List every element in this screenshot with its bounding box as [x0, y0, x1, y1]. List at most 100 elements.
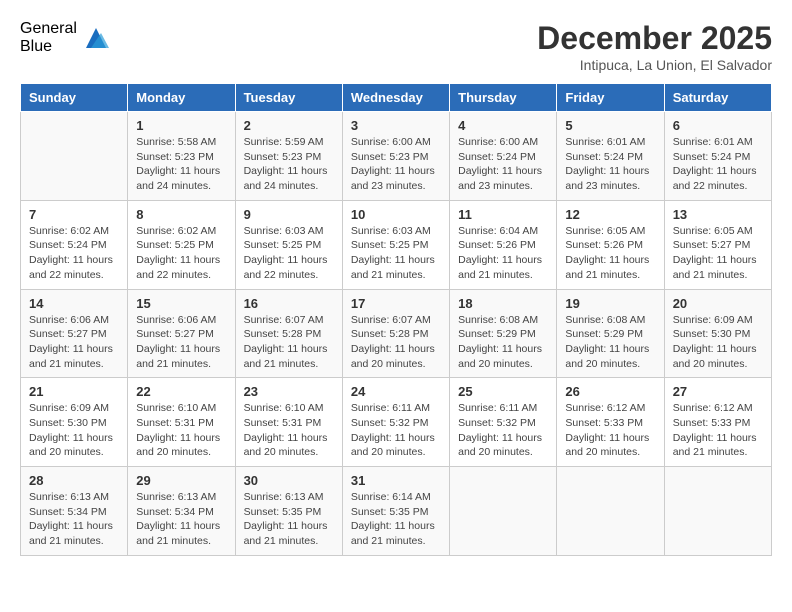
calendar-cell: 26 Sunrise: 6:12 AMSunset: 5:33 PMDayligh…: [557, 378, 664, 467]
column-header-tuesday: Tuesday: [235, 84, 342, 112]
day-number: 28: [29, 473, 119, 488]
day-number: 16: [244, 296, 334, 311]
day-number: 8: [136, 207, 226, 222]
calendar-cell: 11Sunrise: 6:04 AMSunset: 5:26 PMDayligh…: [450, 200, 557, 289]
day-number: 30: [244, 473, 334, 488]
day-number: 20: [673, 296, 763, 311]
day-info: Sunrise: 6:11 AMSunset: 5:32 PMDaylight:…: [458, 401, 548, 460]
day-number: 6: [673, 118, 763, 133]
column-header-sunday: Sunday: [21, 84, 128, 112]
calendar-cell: 9 Sunrise: 6:03 AMSunset: 5:25 PMDaylight…: [235, 200, 342, 289]
calendar-cell: 16Sunrise: 6:07 AMSunset: 5:28 PMDayligh…: [235, 289, 342, 378]
calendar-cell: 4Sunrise: 6:00 AMSunset: 5:24 PMDaylight…: [450, 112, 557, 201]
day-info: Sunrise: 6:09 AMSunset: 5:30 PMDaylight:…: [29, 401, 119, 460]
calendar-cell: 22 Sunrise: 6:10 AMSunset: 5:31 PMDayligh…: [128, 378, 235, 467]
day-info: Sunrise: 6:07 AMSunset: 5:28 PMDaylight:…: [351, 313, 441, 372]
calendar-cell: 8 Sunrise: 6:02 AMSunset: 5:25 PMDaylight…: [128, 200, 235, 289]
day-number: 24: [351, 384, 441, 399]
day-info: Sunrise: 6:13 AMSunset: 5:34 PMDaylight:…: [136, 490, 226, 549]
calendar-cell: 7Sunrise: 6:02 AMSunset: 5:24 PMDaylight…: [21, 200, 128, 289]
month-title: December 2025: [537, 20, 772, 57]
day-info: Sunrise: 5:58 AMSunset: 5:23 PMDaylight:…: [136, 135, 226, 194]
day-info: Sunrise: 6:00 AMSunset: 5:23 PMDaylight:…: [351, 135, 441, 194]
day-info: Sunrise: 6:12 AMSunset: 5:33 PMDaylight:…: [673, 401, 763, 460]
day-number: 21: [29, 384, 119, 399]
day-info: Sunrise: 6:01 AMSunset: 5:24 PMDaylight:…: [565, 135, 655, 194]
day-number: 10: [351, 207, 441, 222]
column-header-thursday: Thursday: [450, 84, 557, 112]
calendar-cell: 2 Sunrise: 5:59 AMSunset: 5:23 PMDaylight…: [235, 112, 342, 201]
calendar-table: SundayMondayTuesdayWednesdayThursdayFrid…: [20, 83, 772, 556]
day-info: Sunrise: 5:59 AMSunset: 5:23 PMDaylight:…: [244, 135, 334, 194]
day-info: Sunrise: 6:03 AMSunset: 5:25 PMDaylight:…: [351, 224, 441, 283]
calendar-cell: 28 Sunrise: 6:13 AMSunset: 5:34 PMDayligh…: [21, 467, 128, 556]
day-number: 17: [351, 296, 441, 311]
location-subtitle: Intipuca, La Union, El Salvador: [537, 57, 772, 73]
calendar-cell: 12 Sunrise: 6:05 AMSunset: 5:26 PMDayligh…: [557, 200, 664, 289]
day-info: Sunrise: 6:10 AMSunset: 5:31 PMDaylight:…: [244, 401, 334, 460]
day-info: Sunrise: 6:03 AMSunset: 5:25 PMDaylight:…: [244, 224, 334, 283]
calendar-cell: 5 Sunrise: 6:01 AMSunset: 5:24 PMDaylight…: [557, 112, 664, 201]
calendar-cell: [21, 112, 128, 201]
day-number: 27: [673, 384, 763, 399]
page-header: General Blue December 2025 Intipuca, La …: [20, 20, 772, 73]
calendar-week-row: 21 Sunrise: 6:09 AMSunset: 5:30 PMDayligh…: [21, 378, 772, 467]
logo-blue: Blue: [20, 38, 77, 56]
day-number: 9: [244, 207, 334, 222]
calendar-cell: 23Sunrise: 6:10 AMSunset: 5:31 PMDayligh…: [235, 378, 342, 467]
day-info: Sunrise: 6:11 AMSunset: 5:32 PMDaylight:…: [351, 401, 441, 460]
day-info: Sunrise: 6:10 AMSunset: 5:31 PMDaylight:…: [136, 401, 226, 460]
day-info: Sunrise: 6:06 AMSunset: 5:27 PMDaylight:…: [29, 313, 119, 372]
calendar-cell: 25 Sunrise: 6:11 AMSunset: 5:32 PMDayligh…: [450, 378, 557, 467]
calendar-week-row: 7Sunrise: 6:02 AMSunset: 5:24 PMDaylight…: [21, 200, 772, 289]
day-number: 26: [565, 384, 655, 399]
day-info: Sunrise: 6:02 AMSunset: 5:25 PMDaylight:…: [136, 224, 226, 283]
calendar-cell: 10 Sunrise: 6:03 AMSunset: 5:25 PMDayligh…: [342, 200, 449, 289]
calendar-cell: [557, 467, 664, 556]
title-section: December 2025 Intipuca, La Union, El Sal…: [537, 20, 772, 73]
day-info: Sunrise: 6:08 AMSunset: 5:29 PMDaylight:…: [565, 313, 655, 372]
calendar-cell: 19 Sunrise: 6:08 AMSunset: 5:29 PMDayligh…: [557, 289, 664, 378]
calendar-cell: 14 Sunrise: 6:06 AMSunset: 5:27 PMDayligh…: [21, 289, 128, 378]
calendar-cell: 17 Sunrise: 6:07 AMSunset: 5:28 PMDayligh…: [342, 289, 449, 378]
day-number: 1: [136, 118, 226, 133]
calendar-cell: 3Sunrise: 6:00 AMSunset: 5:23 PMDaylight…: [342, 112, 449, 201]
day-info: Sunrise: 6:08 AMSunset: 5:29 PMDaylight:…: [458, 313, 548, 372]
calendar-cell: 21 Sunrise: 6:09 AMSunset: 5:30 PMDayligh…: [21, 378, 128, 467]
calendar-cell: 15 Sunrise: 6:06 AMSunset: 5:27 PMDayligh…: [128, 289, 235, 378]
day-number: 18: [458, 296, 548, 311]
day-number: 2: [244, 118, 334, 133]
calendar-cell: 27 Sunrise: 6:12 AMSunset: 5:33 PMDayligh…: [664, 378, 771, 467]
calendar-cell: [450, 467, 557, 556]
calendar-week-row: 14 Sunrise: 6:06 AMSunset: 5:27 PMDayligh…: [21, 289, 772, 378]
day-number: 5: [565, 118, 655, 133]
day-info: Sunrise: 6:14 AMSunset: 5:35 PMDaylight:…: [351, 490, 441, 549]
calendar-cell: 18 Sunrise: 6:08 AMSunset: 5:29 PMDayligh…: [450, 289, 557, 378]
logo-general: General: [20, 20, 77, 38]
calendar-week-row: 1 Sunrise: 5:58 AMSunset: 5:23 PMDaylight…: [21, 112, 772, 201]
day-info: Sunrise: 6:00 AMSunset: 5:24 PMDaylight:…: [458, 135, 548, 194]
day-number: 19: [565, 296, 655, 311]
day-info: Sunrise: 6:12 AMSunset: 5:33 PMDaylight:…: [565, 401, 655, 460]
column-header-saturday: Saturday: [664, 84, 771, 112]
day-number: 12: [565, 207, 655, 222]
day-number: 31: [351, 473, 441, 488]
day-number: 29: [136, 473, 226, 488]
day-info: Sunrise: 6:04 AMSunset: 5:26 PMDaylight:…: [458, 224, 548, 283]
calendar-cell: 29 Sunrise: 6:13 AMSunset: 5:34 PMDayligh…: [128, 467, 235, 556]
day-info: Sunrise: 6:06 AMSunset: 5:27 PMDaylight:…: [136, 313, 226, 372]
day-number: 25: [458, 384, 548, 399]
day-number: 15: [136, 296, 226, 311]
calendar-cell: 24 Sunrise: 6:11 AMSunset: 5:32 PMDayligh…: [342, 378, 449, 467]
column-header-monday: Monday: [128, 84, 235, 112]
day-info: Sunrise: 6:05 AMSunset: 5:26 PMDaylight:…: [565, 224, 655, 283]
day-number: 14: [29, 296, 119, 311]
day-info: Sunrise: 6:01 AMSunset: 5:24 PMDaylight:…: [673, 135, 763, 194]
day-number: 13: [673, 207, 763, 222]
day-number: 7: [29, 207, 119, 222]
day-info: Sunrise: 6:13 AMSunset: 5:34 PMDaylight:…: [29, 490, 119, 549]
day-number: 22: [136, 384, 226, 399]
calendar-week-row: 28 Sunrise: 6:13 AMSunset: 5:34 PMDayligh…: [21, 467, 772, 556]
column-header-wednesday: Wednesday: [342, 84, 449, 112]
calendar-header-row: SundayMondayTuesdayWednesdayThursdayFrid…: [21, 84, 772, 112]
